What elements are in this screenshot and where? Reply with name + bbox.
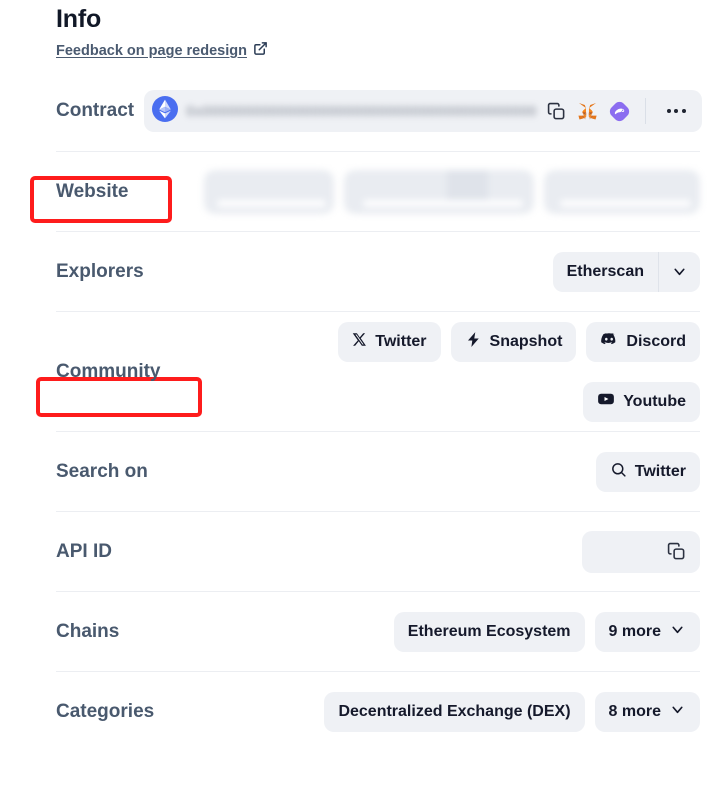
explorers-dropdown[interactable]: Etherscan	[552, 251, 700, 292]
discord-icon	[600, 330, 618, 353]
metamask-fox-icon[interactable]	[577, 101, 598, 122]
row-label-community: Community	[56, 360, 161, 382]
chains-more-label: 9 more	[608, 622, 661, 640]
explorer-selected-label[interactable]: Etherscan	[553, 252, 658, 292]
info-rows: Contract 0x00000000000000000000000000000…	[56, 71, 702, 751]
copy-icon[interactable]	[667, 542, 686, 561]
ethereum-icon	[152, 95, 179, 127]
category-chip-primary[interactable]: Decentralized Exchange (DEX)	[324, 691, 585, 732]
chain-chip-primary[interactable]: Ethereum Ecosystem	[393, 611, 585, 652]
row-categories: Categories Decentralized Exchange (DEX) …	[56, 671, 700, 751]
chevron-down-icon	[669, 701, 686, 723]
search-on-chip-label: Twitter	[634, 462, 686, 480]
lightning-bolt-icon	[465, 331, 482, 353]
website-link-placeholder[interactable]	[544, 169, 700, 214]
row-value-chains: Ethereum Ecosystem 9 more	[129, 611, 700, 652]
chevron-down-icon	[669, 621, 686, 643]
community-chip-label: Discord	[626, 332, 686, 350]
row-value-api-id	[122, 530, 700, 573]
contract-pill: 0x00000000000000000000000000000000000000…	[144, 90, 702, 132]
info-header: Info Feedback on page redesign	[56, 0, 700, 61]
row-contract: Contract 0x00000000000000000000000000000…	[56, 71, 702, 151]
chains-more-button[interactable]: 9 more	[594, 611, 700, 652]
pill-divider	[644, 98, 646, 124]
website-link-placeholder[interactable]	[344, 169, 534, 214]
row-label-categories: Categories	[56, 700, 155, 722]
external-link-icon[interactable]	[253, 41, 268, 61]
more-horizontal-icon[interactable]	[659, 109, 694, 113]
row-chains: Chains Ethereum Ecosystem 9 more	[56, 591, 700, 671]
search-on-twitter-button[interactable]: Twitter	[595, 451, 700, 492]
info-panel: Info Feedback on page redesign Contract	[0, 0, 720, 803]
categories-more-label: 8 more	[608, 702, 661, 720]
rabby-wallet-icon[interactable]	[609, 101, 630, 122]
row-value-contract: 0x00000000000000000000000000000000000000…	[144, 90, 702, 132]
row-website: Website	[56, 151, 700, 231]
row-label-search-on: Search on	[56, 460, 148, 482]
row-label-explorers: Explorers	[56, 260, 144, 282]
copy-icon[interactable]	[547, 102, 566, 121]
x-twitter-icon	[352, 332, 367, 352]
row-label-api-id: API ID	[56, 540, 112, 562]
community-chip-discord[interactable]: Discord	[586, 321, 700, 362]
website-link-placeholder[interactable]	[204, 169, 334, 214]
row-api-id: API ID	[56, 511, 700, 591]
api-id-copy-chip[interactable]	[582, 530, 700, 573]
community-chip-snapshot[interactable]: Snapshot	[450, 321, 577, 362]
contract-actions	[547, 98, 696, 124]
chevron-down-icon[interactable]	[658, 251, 700, 292]
row-community: Community Twitter Snapshot Discord Youtu…	[56, 311, 700, 431]
row-label-website: Website	[56, 180, 129, 202]
community-chip-label: Twitter	[375, 332, 427, 350]
row-label-contract: Contract	[56, 100, 135, 121]
feedback-link[interactable]: Feedback on page redesign	[56, 43, 247, 59]
row-value-explorers: Etherscan	[154, 251, 700, 292]
community-chip-twitter[interactable]: Twitter	[338, 321, 441, 362]
row-value-community: Twitter Snapshot Discord Youtube	[171, 321, 700, 422]
contract-address-text: 0x00000000000000000000000000000000000000…	[186, 102, 537, 120]
row-explorers: Explorers Etherscan	[56, 231, 700, 311]
row-label-chains: Chains	[56, 620, 120, 642]
contract-address-button[interactable]: 0x00000000000000000000000000000000000000…	[152, 95, 537, 127]
page-title: Info	[56, 5, 102, 33]
row-value-website	[139, 169, 700, 214]
row-search-on: Search on Twitter	[56, 431, 700, 511]
youtube-icon	[597, 390, 615, 413]
community-chip-youtube[interactable]: Youtube	[583, 381, 700, 422]
row-value-search-on: Twitter	[158, 451, 700, 492]
categories-more-button[interactable]: 8 more	[594, 691, 700, 732]
row-value-categories: Decentralized Exchange (DEX) 8 more	[164, 691, 700, 732]
feedback-line: Feedback on page redesign	[56, 41, 700, 61]
community-chip-label: Youtube	[623, 392, 686, 410]
search-icon	[610, 461, 627, 483]
community-chip-label: Snapshot	[489, 332, 563, 350]
